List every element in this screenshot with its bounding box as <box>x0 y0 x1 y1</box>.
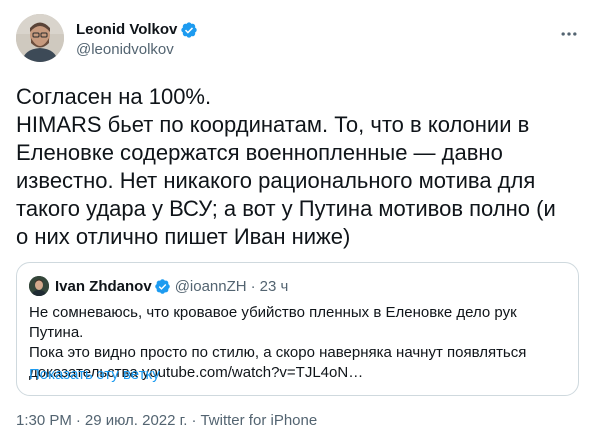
verified-badge-icon <box>154 278 171 295</box>
quoted-author-display-name[interactable]: Ivan Zhdanov <box>55 278 152 295</box>
separator-dot: · <box>250 277 256 295</box>
author-display-name-row[interactable]: Leonid Volkov <box>76 20 198 40</box>
separator-dot: · <box>191 412 197 429</box>
tweet-text-line: такого удара у ВСУ; а вот у Путина мотив… <box>16 196 556 221</box>
tweet-text-line: Еленовке содержатся военнопленные — давн… <box>16 140 503 165</box>
avatar-photo <box>29 276 49 296</box>
author-names: Leonid Volkov @leonidvolkov <box>76 20 198 60</box>
show-thread-link[interactable]: Показать эту ветку <box>29 365 160 385</box>
quoted-tweet[interactable]: Ivan Zhdanov @ioannZH · 23 ч Не сомневаю… <box>16 262 579 396</box>
verified-badge-icon <box>180 21 198 39</box>
author-avatar[interactable] <box>16 14 64 62</box>
author-handle[interactable]: @leonidvolkov <box>76 40 198 60</box>
quoted-author-handle[interactable]: @ioannZH <box>175 278 247 295</box>
tweet-text-line: о них отлично пишет Иван ниже) <box>16 224 351 249</box>
separator-dot: · <box>75 412 81 429</box>
quoted-author-avatar[interactable] <box>29 276 49 296</box>
more-options-icon <box>561 32 577 36</box>
tweet-time[interactable]: 1:30 PM <box>16 412 72 429</box>
quoted-tweet-header: Ivan Zhdanov @ioannZH · 23 ч <box>29 276 288 296</box>
tweet-text: Согласен на 100%. HIMARS бьет по координ… <box>16 83 586 251</box>
tweet: Leonid Volkov @leonidvolkov Согласен на … <box>0 0 597 448</box>
quoted-tweet-time[interactable]: 23 ч <box>260 278 289 295</box>
author-display-name[interactable]: Leonid Volkov <box>76 20 177 40</box>
more-options-button[interactable] <box>557 22 581 46</box>
avatar-photo <box>16 14 64 62</box>
tweet-metadata: 1:30 PM · 29 июл. 2022 г. · Twitter for iPho… <box>16 411 317 431</box>
quoted-text-line: Пока это видно просто по стилю, а скоро … <box>29 344 527 361</box>
quoted-text-line: Не сомневаюсь, что кровавое убийство пле… <box>29 304 517 341</box>
tweet-text-line: HIMARS бьет по координатам. То, что в ко… <box>16 112 530 137</box>
tweet-header: Leonid Volkov @leonidvolkov <box>16 12 581 64</box>
tweet-text-line: известно. Нет никакого рационального мот… <box>16 168 536 193</box>
tweet-source[interactable]: Twitter for iPhone <box>200 412 317 429</box>
tweet-date[interactable]: 29 июл. 2022 г. <box>85 412 188 429</box>
tweet-text-line: Согласен на 100%. <box>16 84 212 109</box>
